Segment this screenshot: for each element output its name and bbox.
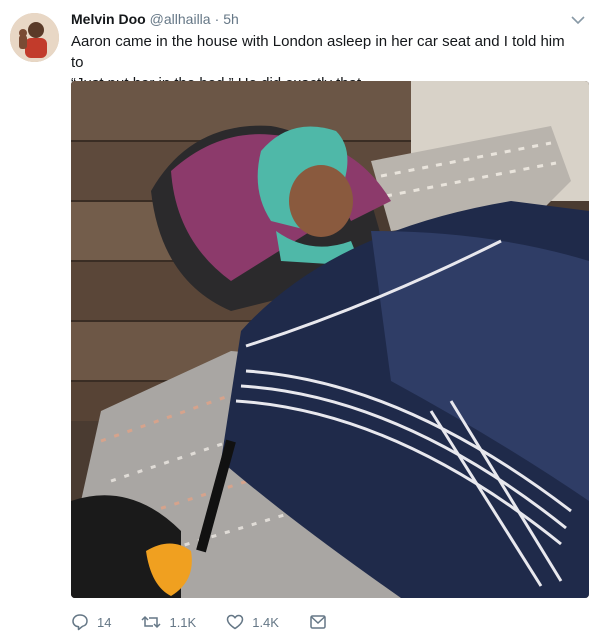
retweet-action[interactable]: 1.1K (141, 613, 196, 631)
tweet-timestamp[interactable]: 5h (223, 11, 239, 27)
tweet-header: Melvin Doo @allhailla · 5h (71, 11, 239, 31)
like-action[interactable]: 1.4K (226, 613, 279, 631)
message-action[interactable] (309, 614, 327, 630)
retweet-icon[interactable] (141, 613, 161, 631)
tweet-actions: 14 1.1K 1.4K (71, 612, 357, 632)
retweet-count: 1.1K (169, 614, 197, 630)
tweet-card[interactable]: Melvin Doo @allhailla · 5h Aaron came in… (0, 0, 600, 641)
author-display-name[interactable]: Melvin Doo (71, 11, 146, 27)
reply-count: 14 (97, 614, 112, 630)
avatar[interactable] (10, 13, 59, 62)
separator-dot: · (214, 11, 220, 27)
chevron-down-icon[interactable] (570, 12, 586, 28)
reply-action[interactable]: 14 (71, 613, 111, 631)
heart-icon[interactable] (226, 613, 244, 631)
envelope-icon[interactable] (309, 614, 327, 630)
author-handle[interactable]: @allhailla (150, 11, 211, 27)
like-count: 1.4K (252, 614, 279, 630)
reply-icon[interactable] (71, 613, 89, 631)
tweet-photo[interactable] (71, 81, 589, 598)
